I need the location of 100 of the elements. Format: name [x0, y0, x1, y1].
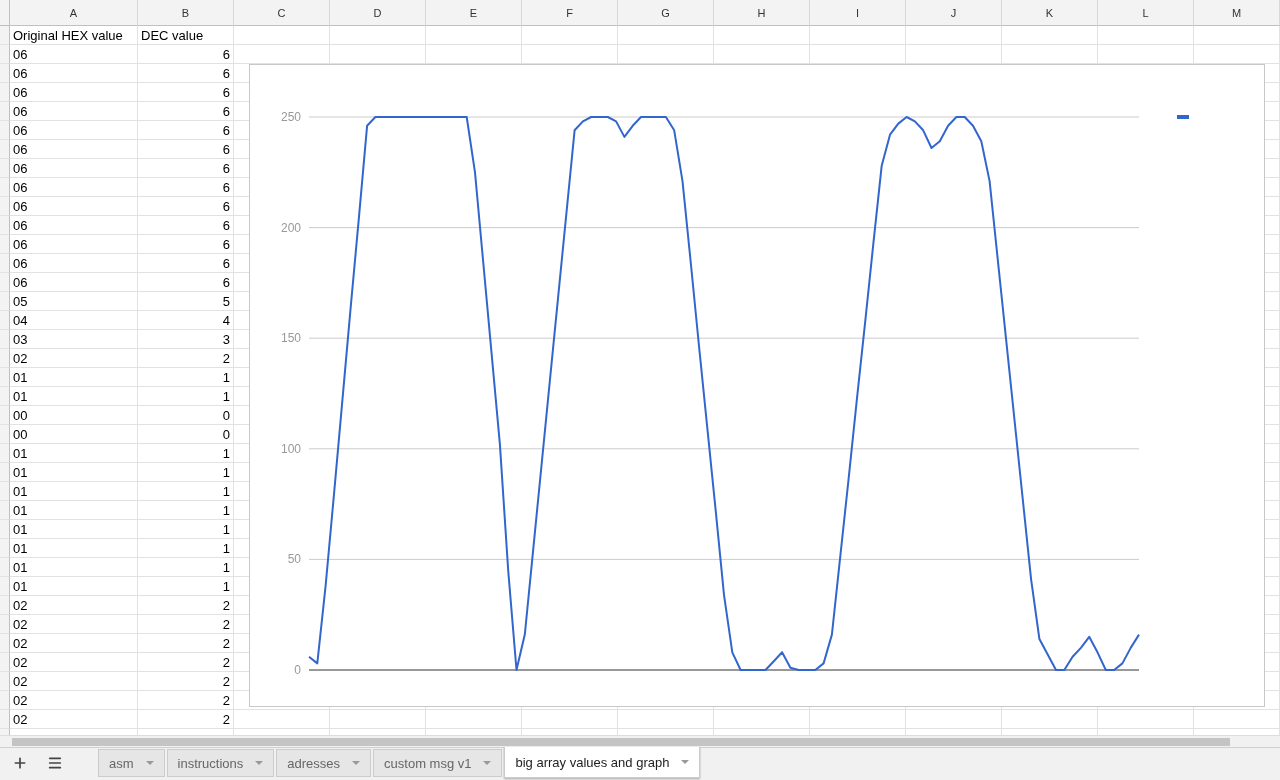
column-header[interactable]: I	[810, 0, 906, 26]
table-cell: 6	[138, 83, 234, 102]
column-header[interactable]: C	[234, 0, 330, 26]
row-header[interactable]	[0, 406, 10, 425]
table-cell: 6	[138, 178, 234, 197]
row-header[interactable]	[0, 197, 10, 216]
row-header[interactable]	[0, 596, 10, 615]
sheet-tab[interactable]: big array values and graph	[504, 747, 701, 778]
table-cell: 01	[10, 558, 138, 577]
row-header[interactable]	[0, 501, 10, 520]
column-header[interactable]: B	[138, 0, 234, 26]
column-header[interactable]: H	[714, 0, 810, 26]
row-header[interactable]	[0, 273, 10, 292]
table-cell: 02	[10, 615, 138, 634]
table-cell: 6	[138, 235, 234, 254]
table-cell: 01	[10, 482, 138, 501]
row-header[interactable]	[0, 444, 10, 463]
table-cell: 01	[10, 520, 138, 539]
table-cell: 01	[10, 387, 138, 406]
table-cell: 06	[10, 140, 138, 159]
sheet-tab[interactable]: custom msg v1	[373, 749, 503, 777]
row-header[interactable]	[0, 159, 10, 178]
row-header[interactable]	[0, 615, 10, 634]
y-tick-label: 150	[280, 331, 301, 346]
table-cell: 02	[10, 672, 138, 691]
table-cell: 2	[138, 653, 234, 672]
row-header[interactable]	[0, 349, 10, 368]
sheet-tab[interactable]: instructions	[166, 749, 275, 777]
column-header[interactable]: K	[1002, 0, 1098, 26]
row-header[interactable]	[0, 634, 10, 653]
row-header[interactable]	[0, 292, 10, 311]
select-all-corner[interactable]	[0, 0, 10, 26]
column-header[interactable]: F	[522, 0, 618, 26]
row-header[interactable]	[0, 311, 10, 330]
row-header[interactable]	[0, 539, 10, 558]
table-cell: 6	[138, 159, 234, 178]
table-cell: 4	[138, 311, 234, 330]
caret-icon	[352, 761, 361, 765]
table-cell: 02	[10, 653, 138, 672]
table-cell: 01	[10, 501, 138, 520]
table-cell: 2	[138, 710, 234, 729]
column-header[interactable]: M	[1194, 0, 1280, 26]
caret-icon	[681, 760, 690, 764]
table-cell: 03	[10, 330, 138, 349]
row-header[interactable]	[0, 178, 10, 197]
row-header[interactable]	[0, 235, 10, 254]
table-cell: 2	[138, 634, 234, 653]
horizontal-scrollbar[interactable]	[0, 735, 1280, 747]
sheet-tab[interactable]: adresses	[276, 749, 372, 777]
row-header[interactable]	[0, 102, 10, 121]
column-header[interactable]: D	[330, 0, 426, 26]
y-tick-label: 200	[280, 220, 301, 235]
table-cell: 2	[138, 615, 234, 634]
row-header[interactable]	[0, 368, 10, 387]
row-header[interactable]	[0, 330, 10, 349]
row-header[interactable]	[0, 558, 10, 577]
table-cell: 0	[138, 406, 234, 425]
row-header[interactable]	[0, 577, 10, 596]
y-tick-label: 100	[280, 441, 301, 456]
row-header[interactable]	[0, 387, 10, 406]
table-cell: 1	[138, 520, 234, 539]
row-header[interactable]	[0, 140, 10, 159]
caret-icon	[255, 761, 264, 765]
table-cell: 06	[10, 254, 138, 273]
row-header[interactable]	[0, 425, 10, 444]
row-header[interactable]	[0, 26, 10, 45]
row-header[interactable]	[0, 64, 10, 83]
table-cell: 06	[10, 45, 138, 64]
column-header[interactable]: J	[906, 0, 1002, 26]
row-header[interactable]	[0, 216, 10, 235]
table-cell: 06	[10, 83, 138, 102]
row-header[interactable]	[0, 672, 10, 691]
row-header[interactable]	[0, 691, 10, 710]
row-header[interactable]	[0, 45, 10, 64]
table-cell: 3	[138, 330, 234, 349]
table-cell: 1	[138, 368, 234, 387]
column-header[interactable]: A	[10, 0, 138, 26]
row-header[interactable]	[0, 710, 10, 729]
sheet-tab[interactable]: asm	[98, 749, 165, 777]
table-cell: 6	[138, 121, 234, 140]
table-cell: 01	[10, 444, 138, 463]
row-header[interactable]	[0, 482, 10, 501]
column-header[interactable]: G	[618, 0, 714, 26]
row-header[interactable]	[0, 83, 10, 102]
row-header[interactable]	[0, 463, 10, 482]
row-header[interactable]	[0, 653, 10, 672]
table-cell: 1	[138, 482, 234, 501]
table-cell: DEC value	[138, 26, 234, 45]
row-header[interactable]	[0, 520, 10, 539]
table-cell: 01	[10, 368, 138, 387]
table-cell: 2	[138, 672, 234, 691]
table-cell: 6	[138, 45, 234, 64]
caret-icon	[483, 761, 492, 765]
column-header[interactable]: L	[1098, 0, 1194, 26]
table-cell: 05	[10, 292, 138, 311]
row-header[interactable]	[0, 121, 10, 140]
table-cell: 06	[10, 216, 138, 235]
table-cell: 5	[138, 292, 234, 311]
column-header[interactable]: E	[426, 0, 522, 26]
row-header[interactable]	[0, 254, 10, 273]
